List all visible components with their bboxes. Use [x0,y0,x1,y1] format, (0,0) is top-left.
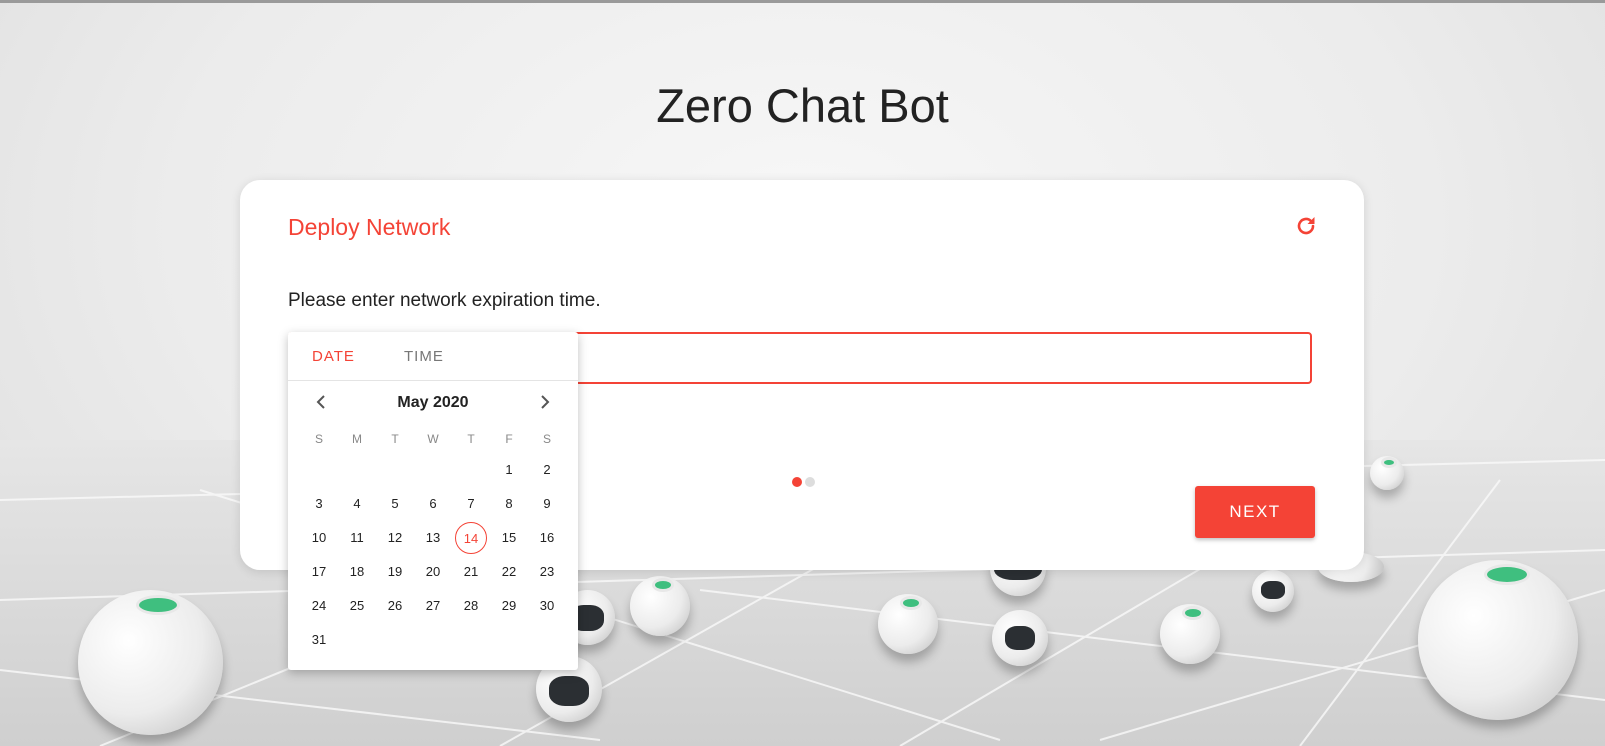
refresh-icon[interactable] [1294,214,1318,238]
top-bar [0,0,1605,3]
robot-decoration [78,590,223,735]
calendar-day[interactable]: 2 [531,454,563,486]
date-time-picker: DATE TIME May 2020 SMTWTFS 1 2 3 4 5 6 7 8 9 10 11… [288,332,578,670]
expiration-prompt: Please enter network expiration time. [288,290,601,311]
calendar-day-selected[interactable]: 14 [455,522,487,554]
tab-time[interactable]: TIME [404,348,444,365]
calendar-day[interactable]: 6 [417,488,449,520]
calendar-day[interactable]: 18 [341,556,373,588]
calendar-day[interactable]: 1 [493,454,525,486]
calendar-day[interactable]: 31 [303,624,335,656]
next-month-button[interactable] [534,392,554,412]
calendar-day[interactable]: 4 [341,488,373,520]
robot-decoration [630,576,690,636]
calendar-day[interactable]: 24 [303,590,335,622]
calendar-day[interactable]: 23 [531,556,563,588]
calendar-day[interactable]: 29 [493,590,525,622]
calendar-day[interactable]: 19 [379,556,411,588]
calendar-day[interactable]: 27 [417,590,449,622]
step-indicator [792,474,818,492]
calendar-day[interactable]: 16 [531,522,563,554]
robot-decoration [992,610,1048,666]
weekday-label: M [352,432,362,446]
calendar-day[interactable]: 26 [379,590,411,622]
calendar-day[interactable]: 15 [493,522,525,554]
calendar-day[interactable]: 21 [455,556,487,588]
calendar-day[interactable]: 30 [531,590,563,622]
weekday-label: T [467,432,475,446]
robot-decoration [878,594,938,654]
next-button[interactable]: NEXT [1195,486,1315,538]
calendar-day[interactable]: 10 [303,522,335,554]
calendar-day[interactable]: 17 [303,556,335,588]
calendar-day[interactable]: 9 [531,488,563,520]
calendar-day[interactable]: 5 [379,488,411,520]
app-title: Zero Chat Bot [656,79,949,132]
calendar-day[interactable]: 25 [341,590,373,622]
calendar-day[interactable]: 28 [455,590,487,622]
robot-decoration [1370,456,1404,490]
chevron-right-icon [541,395,550,409]
calendar-day[interactable]: 13 [417,522,449,554]
picker-tabs: DATE TIME [288,332,578,381]
robot-decoration [1418,560,1578,720]
weekday-label: S [314,432,323,446]
weekday-label: S [542,432,551,446]
calendar-day[interactable]: 11 [341,522,373,554]
weekday-label: T [391,432,399,446]
calendar-day[interactable]: 22 [493,556,525,588]
calendar-day[interactable]: 20 [417,556,449,588]
robot-decoration [1252,570,1294,612]
calendar-day[interactable]: 12 [379,522,411,554]
card-title: Deploy Network [288,214,451,240]
calendar-day[interactable]: 7 [455,488,487,520]
calendar-day[interactable]: 3 [303,488,335,520]
weekday-label: F [505,432,513,446]
tab-date[interactable]: DATE [312,348,355,365]
calendar-day[interactable]: 8 [493,488,525,520]
step-dot-active [792,477,802,487]
robot-decoration [1160,604,1220,664]
weekday-label: W [427,432,439,446]
step-dot [805,477,815,487]
